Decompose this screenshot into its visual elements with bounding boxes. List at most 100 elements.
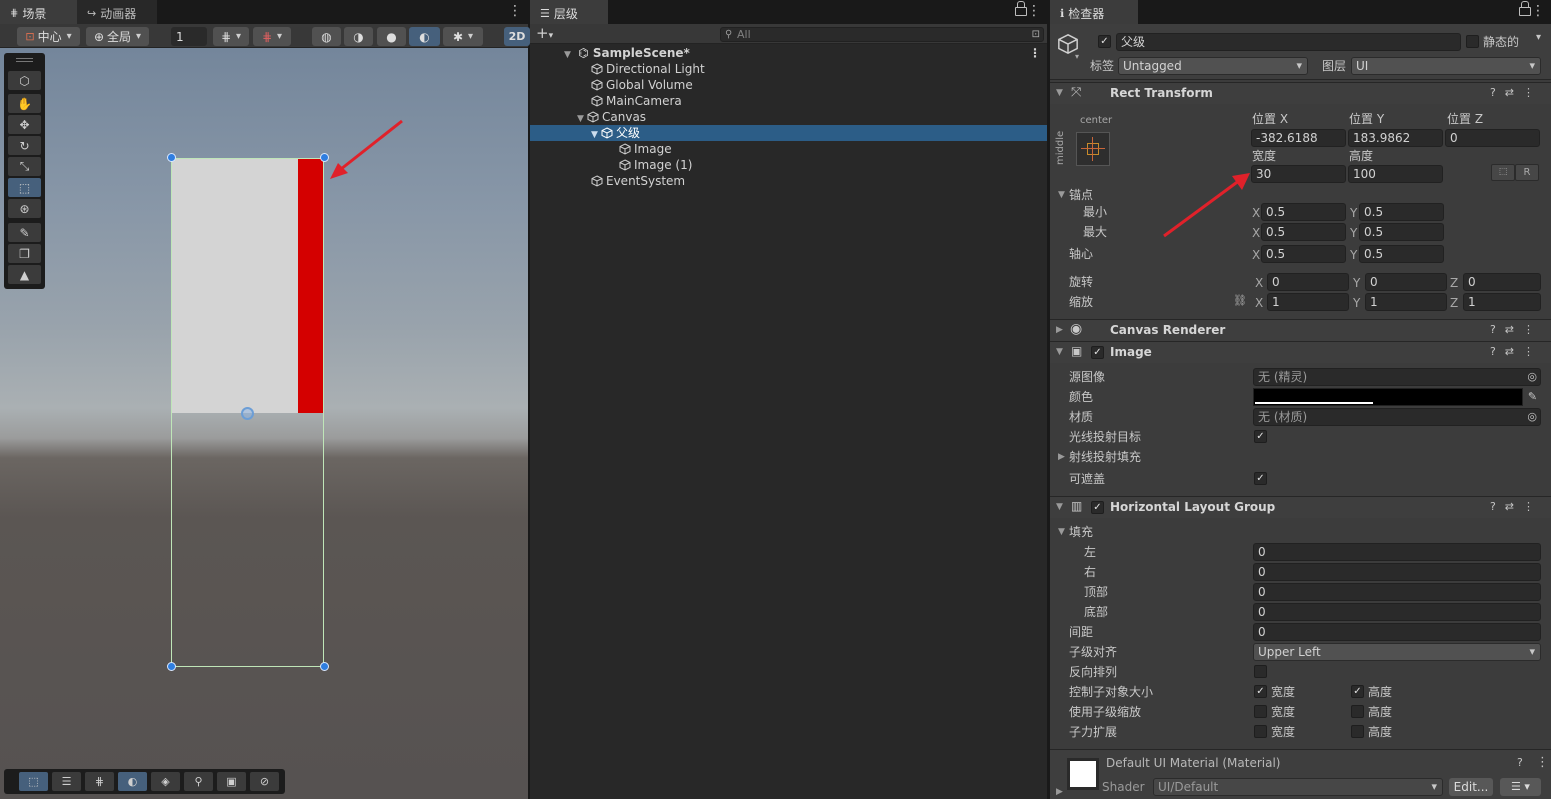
scale-y-field[interactable]: 1 bbox=[1365, 293, 1447, 311]
rotation-z-field[interactable]: 0 bbox=[1463, 273, 1541, 291]
static-dropdown-icon[interactable]: ▾ bbox=[1536, 32, 1541, 43]
control-height-checkbox[interactable]: ✓ bbox=[1351, 685, 1364, 698]
hierarchy-row[interactable]: Image (1) bbox=[530, 157, 1047, 173]
shader-options-dropdown[interactable]: ☰ ▾ bbox=[1500, 778, 1541, 796]
increment-snap-dropdown[interactable]: ⋕ bbox=[253, 27, 291, 46]
color-field[interactable] bbox=[1253, 388, 1523, 406]
material-menu-icon[interactable]: ⋮ bbox=[1536, 755, 1549, 770]
bottom-rect-button[interactable]: ⬚ bbox=[19, 772, 48, 791]
snap-value-field[interactable]: 1 bbox=[171, 27, 207, 46]
padding-right-field[interactable]: 0 bbox=[1253, 563, 1541, 581]
rotation-y-field[interactable]: 0 bbox=[1365, 273, 1447, 291]
padding-left-field[interactable]: 0 bbox=[1253, 543, 1541, 561]
object-picker-icon[interactable]: ◎ bbox=[1527, 409, 1537, 425]
tab-inspector[interactable]: ℹ 检查器 bbox=[1050, 0, 1138, 24]
hierarchy-row[interactable]: ▼ Canvas bbox=[530, 109, 1047, 125]
shaded-wireframe-button[interactable]: ◑ bbox=[344, 27, 373, 46]
transform-tool-button[interactable]: ⊛ bbox=[8, 199, 41, 218]
tab-animator[interactable]: ↪ 动画器 bbox=[77, 0, 157, 24]
image-component-header[interactable]: ▼ ▣ ✓ Image ?⇄⋮ bbox=[1050, 341, 1551, 363]
rotate-tool-button[interactable]: ↻ bbox=[8, 136, 41, 155]
icon-dropdown-icon[interactable]: ▾ bbox=[1075, 52, 1079, 61]
pivot-x-field[interactable]: 0.5 bbox=[1261, 245, 1346, 263]
scene-menu-icon[interactable]: ⋮ bbox=[1029, 45, 1041, 61]
canvas-renderer-header[interactable]: ▶ ◉ Canvas Renderer ?⇄⋮ bbox=[1050, 319, 1551, 341]
hierarchy-row[interactable]: MainCamera bbox=[530, 93, 1047, 109]
layer-dropdown[interactable]: UI bbox=[1351, 57, 1541, 75]
bottom-camera-button[interactable]: ▣ bbox=[217, 772, 246, 791]
height-field[interactable]: 100 bbox=[1348, 165, 1443, 183]
fold-arrow-icon[interactable]: ▶ bbox=[1056, 787, 1063, 797]
grid-snap-dropdown[interactable]: ⋕ bbox=[213, 27, 249, 46]
bottom-gizmo-button[interactable]: ⊘ bbox=[250, 772, 279, 791]
image-enabled-checkbox[interactable]: ✓ bbox=[1091, 346, 1104, 359]
shaded-button[interactable]: ● bbox=[377, 27, 406, 46]
bottom-lighting-button[interactable]: ◐ bbox=[118, 772, 147, 791]
rect-handle-tl[interactable] bbox=[167, 153, 176, 162]
object-picker-icon[interactable]: ◎ bbox=[1527, 369, 1537, 385]
component-header-icons[interactable]: ?⇄⋮ bbox=[1490, 500, 1543, 513]
debug-draw-dropdown[interactable]: ✱ bbox=[443, 27, 483, 46]
anchor-min-y-field[interactable]: 0.5 bbox=[1359, 203, 1444, 221]
width-field[interactable]: 30 bbox=[1251, 165, 1346, 183]
rect-handle-bl[interactable] bbox=[167, 662, 176, 671]
material-preview[interactable] bbox=[1067, 758, 1099, 790]
raycast-padding-fold-icon[interactable]: ▶ bbox=[1058, 452, 1065, 462]
scale-width-checkbox[interactable] bbox=[1254, 705, 1267, 718]
move-tool-button[interactable]: ✥ bbox=[8, 115, 41, 134]
component-header-icons[interactable]: ?⇄⋮ bbox=[1490, 345, 1543, 358]
help-icon[interactable]: ? bbox=[1517, 756, 1523, 769]
anchor-min-x-field[interactable]: 0.5 bbox=[1261, 203, 1346, 221]
fold-arrow-icon[interactable]: ▼ bbox=[1056, 88, 1063, 98]
scale-z-field[interactable]: 1 bbox=[1463, 293, 1541, 311]
scene-menu-icon[interactable]: ⋮ bbox=[508, 4, 522, 18]
hierarchy-row-scene[interactable]: ▼ ⌬ SampleScene* ⋮ bbox=[530, 45, 1047, 61]
hierarchy-search-input[interactable]: ⚲ All ⊡ bbox=[720, 27, 1044, 42]
control-width-checkbox[interactable]: ✓ bbox=[1254, 685, 1267, 698]
bottom-search-button[interactable]: ⚲ bbox=[184, 772, 213, 791]
tag-dropdown[interactable]: Untagged bbox=[1118, 57, 1308, 75]
hierarchy-row[interactable]: Directional Light bbox=[530, 61, 1047, 77]
pivot-dropdown[interactable]: ⊡ 中心 bbox=[17, 27, 80, 46]
wireframe-shading-button[interactable]: ◍ bbox=[312, 27, 341, 46]
tab-scene[interactable]: ⋕ 场景 bbox=[0, 0, 77, 24]
pivot-y-field[interactable]: 0.5 bbox=[1359, 245, 1444, 263]
hierarchy-row[interactable]: Image bbox=[530, 141, 1047, 157]
terrain-tool-button[interactable]: ▲ bbox=[8, 265, 41, 284]
anchors-fold-icon[interactable]: ▼ bbox=[1058, 190, 1065, 200]
bottom-layers-button[interactable]: ◈ bbox=[151, 772, 180, 791]
component-header-icons[interactable]: ?⇄⋮ bbox=[1490, 323, 1543, 336]
raw-edit-button[interactable]: R bbox=[1515, 164, 1539, 181]
space-dropdown[interactable]: ⊕ 全局 bbox=[86, 27, 149, 46]
object-active-checkbox[interactable]: ✓ bbox=[1098, 35, 1111, 48]
padding-top-field[interactable]: 0 bbox=[1253, 583, 1541, 601]
hierarchy-menu-icon[interactable]: ⋮ bbox=[1027, 4, 1041, 18]
lock-icon[interactable] bbox=[1519, 1, 1531, 16]
horizontal-layout-header[interactable]: ▼ ▥ ✓ Horizontal Layout Group ?⇄⋮ bbox=[1050, 496, 1551, 518]
overlay-drag-handle[interactable] bbox=[16, 58, 33, 62]
pos-x-field[interactable]: -382.6188 bbox=[1251, 129, 1346, 147]
color-picker-button[interactable]: ✎ bbox=[1524, 388, 1541, 406]
search-filter-icon[interactable]: ⊡ bbox=[1032, 28, 1040, 41]
view-tool-button[interactable]: ⬡ bbox=[8, 71, 41, 90]
bottom-align-button[interactable]: ☰ bbox=[52, 772, 81, 791]
constrain-proportions-icon[interactable]: ⛓ bbox=[1233, 294, 1247, 307]
hierarchy-row-selected[interactable]: ▼ 父级 bbox=[530, 125, 1047, 141]
static-checkbox[interactable] bbox=[1466, 35, 1479, 48]
mode-2d-button[interactable]: 2D bbox=[504, 27, 530, 46]
spacing-field[interactable]: 0 bbox=[1253, 623, 1541, 641]
custom-tool-button[interactable]: ✎ bbox=[8, 223, 41, 242]
layers-tool-button[interactable]: ❐ bbox=[8, 244, 41, 263]
shader-edit-button[interactable]: Edit... bbox=[1449, 778, 1493, 796]
rect-handle-br[interactable] bbox=[320, 662, 329, 671]
source-image-field[interactable]: 无 (精灵) ◎ bbox=[1253, 368, 1541, 386]
material-field[interactable]: 无 (材质) ◎ bbox=[1253, 408, 1541, 426]
child-alignment-dropdown[interactable]: Upper Left bbox=[1253, 643, 1541, 661]
scale-x-field[interactable]: 1 bbox=[1267, 293, 1349, 311]
scene-viewport[interactable] bbox=[0, 48, 528, 799]
layout-enabled-checkbox[interactable]: ✓ bbox=[1091, 501, 1104, 514]
lit-button[interactable]: ◐ bbox=[409, 27, 440, 46]
blueprint-mode-button[interactable]: ⬚ bbox=[1491, 164, 1515, 181]
fold-arrow-icon[interactable]: ▼ bbox=[1056, 347, 1063, 357]
anchor-max-y-field[interactable]: 0.5 bbox=[1359, 223, 1444, 241]
